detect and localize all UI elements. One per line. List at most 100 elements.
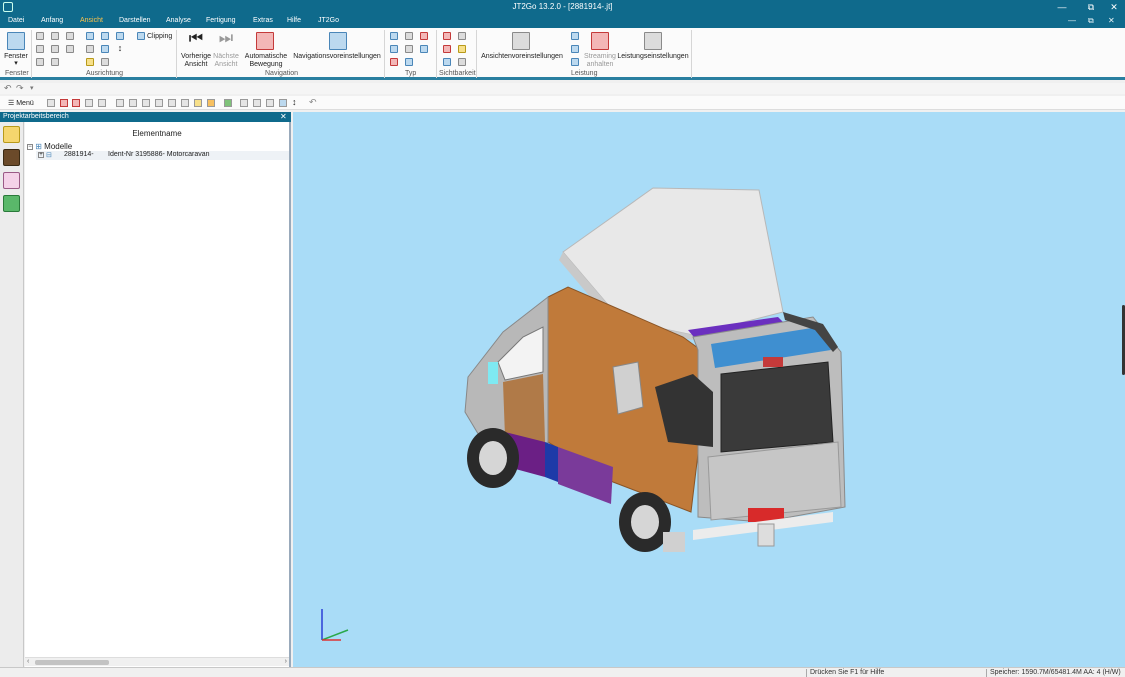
- performance-icon-3[interactable]: [571, 58, 579, 66]
- tab-jt2go[interactable]: JT2Go: [318, 17, 339, 24]
- 3d-viewport[interactable]: [293, 112, 1125, 667]
- hidden-line-icon[interactable]: [420, 32, 428, 40]
- hide-icon[interactable]: [458, 32, 466, 40]
- view-iso-icon[interactable]: [66, 32, 74, 40]
- pan-icon[interactable]: [86, 45, 94, 53]
- navigation-settings-button[interactable]: Navigationsvoreinstellungen: [292, 53, 382, 61]
- performance-settings-icon[interactable]: [644, 32, 662, 50]
- redo-icon[interactable]: ↷: [16, 83, 24, 94]
- view-top-icon[interactable]: [51, 32, 59, 40]
- previous-icon[interactable]: [60, 99, 68, 107]
- next-view-icon[interactable]: ⏭: [216, 30, 236, 48]
- zoom-icon[interactable]: [116, 32, 124, 40]
- ribbon-restore-icon[interactable]: ⧉: [1088, 16, 1094, 26]
- vertical-axis-icon[interactable]: ↕: [292, 97, 297, 107]
- window-icon[interactable]: [7, 32, 25, 50]
- customize-qa-icon[interactable]: ▾: [30, 84, 34, 92]
- surface-icon[interactable]: [181, 99, 189, 107]
- angle-icon[interactable]: [168, 99, 176, 107]
- ribbon-minimize-icon[interactable]: —: [1068, 16, 1076, 25]
- previous-view-button[interactable]: Vorherige Ansicht: [180, 53, 212, 69]
- camera-icon[interactable]: [86, 58, 94, 66]
- collapse-icon[interactable]: −: [27, 143, 33, 150]
- view-left-icon[interactable]: [36, 45, 44, 53]
- view-front-icon[interactable]: [36, 32, 44, 40]
- assembly-tree-icon[interactable]: [3, 126, 20, 143]
- cube-icon[interactable]: [3, 195, 20, 212]
- show-icon[interactable]: [443, 32, 451, 40]
- tab-extras[interactable]: Extras: [253, 17, 273, 24]
- restore-button[interactable]: ⧉: [1080, 1, 1102, 13]
- section-icon[interactable]: [266, 99, 274, 107]
- reset-icon[interactable]: ↶: [309, 97, 317, 108]
- performance-settings-button[interactable]: Leistungseinstellungen: [617, 53, 689, 61]
- scrollbar-thumb[interactable]: [35, 660, 109, 665]
- rotate-icon[interactable]: [101, 45, 109, 53]
- view-bottom-icon[interactable]: [36, 58, 44, 66]
- silhouette-icon[interactable]: [405, 58, 413, 66]
- circle-icon[interactable]: [142, 99, 150, 107]
- view-settings-icon[interactable]: [512, 32, 530, 50]
- film-strip-icon[interactable]: [3, 149, 20, 166]
- tab-fertigung[interactable]: Fertigung: [206, 17, 236, 24]
- navigation-settings-icon[interactable]: [329, 32, 347, 50]
- camper-model[interactable]: [293, 112, 1125, 667]
- markup-icon[interactable]: [194, 99, 202, 107]
- next-view-button[interactable]: Nächste Ansicht: [211, 53, 241, 69]
- close-button[interactable]: ✕: [1103, 1, 1125, 13]
- properties-icon[interactable]: [3, 172, 20, 189]
- fit-all-icon[interactable]: [86, 32, 94, 40]
- menu-button[interactable]: ☰ Menü: [8, 99, 34, 107]
- frame-icon[interactable]: [253, 99, 261, 107]
- tab-datei[interactable]: Datei: [8, 17, 24, 24]
- tab-ansicht[interactable]: Ansicht: [80, 17, 103, 24]
- binoculars-icon[interactable]: [98, 99, 106, 107]
- scroll-right-icon[interactable]: ›: [285, 658, 287, 665]
- undo-icon[interactable]: ↶: [4, 83, 12, 94]
- show-all-icon[interactable]: [458, 45, 466, 53]
- performance-icon-1[interactable]: [571, 32, 579, 40]
- scroll-left-icon[interactable]: ‹: [27, 658, 29, 665]
- layers-icon[interactable]: [101, 58, 109, 66]
- point-icon[interactable]: [129, 99, 137, 107]
- view-dimetric-icon[interactable]: [51, 58, 59, 66]
- edges-icon[interactable]: [390, 58, 398, 66]
- isolate-icon[interactable]: [443, 45, 451, 53]
- tab-hilfe[interactable]: Hilfe: [287, 17, 301, 24]
- fit-view-icon[interactable]: [240, 99, 248, 107]
- clipping-button[interactable]: Clipping: [147, 33, 172, 41]
- outline-icon[interactable]: [390, 45, 398, 53]
- view-back-icon[interactable]: [66, 45, 74, 53]
- view-right-icon[interactable]: [51, 45, 59, 53]
- wireframe-icon[interactable]: [405, 32, 413, 40]
- automatic-motion-button[interactable]: Automatische Bewegung: [243, 53, 289, 69]
- tab-analyse[interactable]: Analyse: [166, 17, 191, 24]
- chevron-down-icon[interactable]: ▾: [12, 60, 20, 68]
- minimize-button[interactable]: —: [1051, 1, 1073, 13]
- pmi-icon[interactable]: [443, 58, 451, 66]
- solid-icon[interactable]: [420, 45, 428, 53]
- tab-anfang[interactable]: Anfang: [41, 17, 63, 24]
- line-icon[interactable]: [155, 99, 163, 107]
- ribbon-close-icon[interactable]: ✕: [1108, 16, 1115, 25]
- tree-icon[interactable]: [47, 99, 55, 107]
- zoom-in-icon[interactable]: [85, 99, 93, 107]
- vertical-arrow-icon[interactable]: ↕: [116, 44, 124, 53]
- tab-darstellen[interactable]: Darstellen: [119, 17, 151, 24]
- transparent-icon[interactable]: [405, 45, 413, 53]
- close-panel-icon[interactable]: ✕: [280, 112, 287, 122]
- next-icon[interactable]: [72, 99, 80, 107]
- streaming-stop-icon[interactable]: [591, 32, 609, 50]
- rotate-view-icon[interactable]: [279, 99, 287, 107]
- tree-horizontal-scrollbar[interactable]: ‹ ›: [25, 657, 289, 666]
- performance-icon-2[interactable]: [571, 45, 579, 53]
- streaming-pause-button[interactable]: Streaming anhalten: [583, 53, 617, 69]
- invert-visibility-icon[interactable]: [458, 58, 466, 66]
- previous-view-icon[interactable]: ⏮: [186, 30, 206, 48]
- clipping-icon[interactable]: [137, 32, 145, 40]
- zoom-area-icon[interactable]: [101, 32, 109, 40]
- globe-icon[interactable]: [224, 99, 232, 107]
- automatic-motion-icon[interactable]: [256, 32, 274, 50]
- shaded-icon[interactable]: [390, 32, 398, 40]
- expand-icon[interactable]: +: [38, 152, 44, 158]
